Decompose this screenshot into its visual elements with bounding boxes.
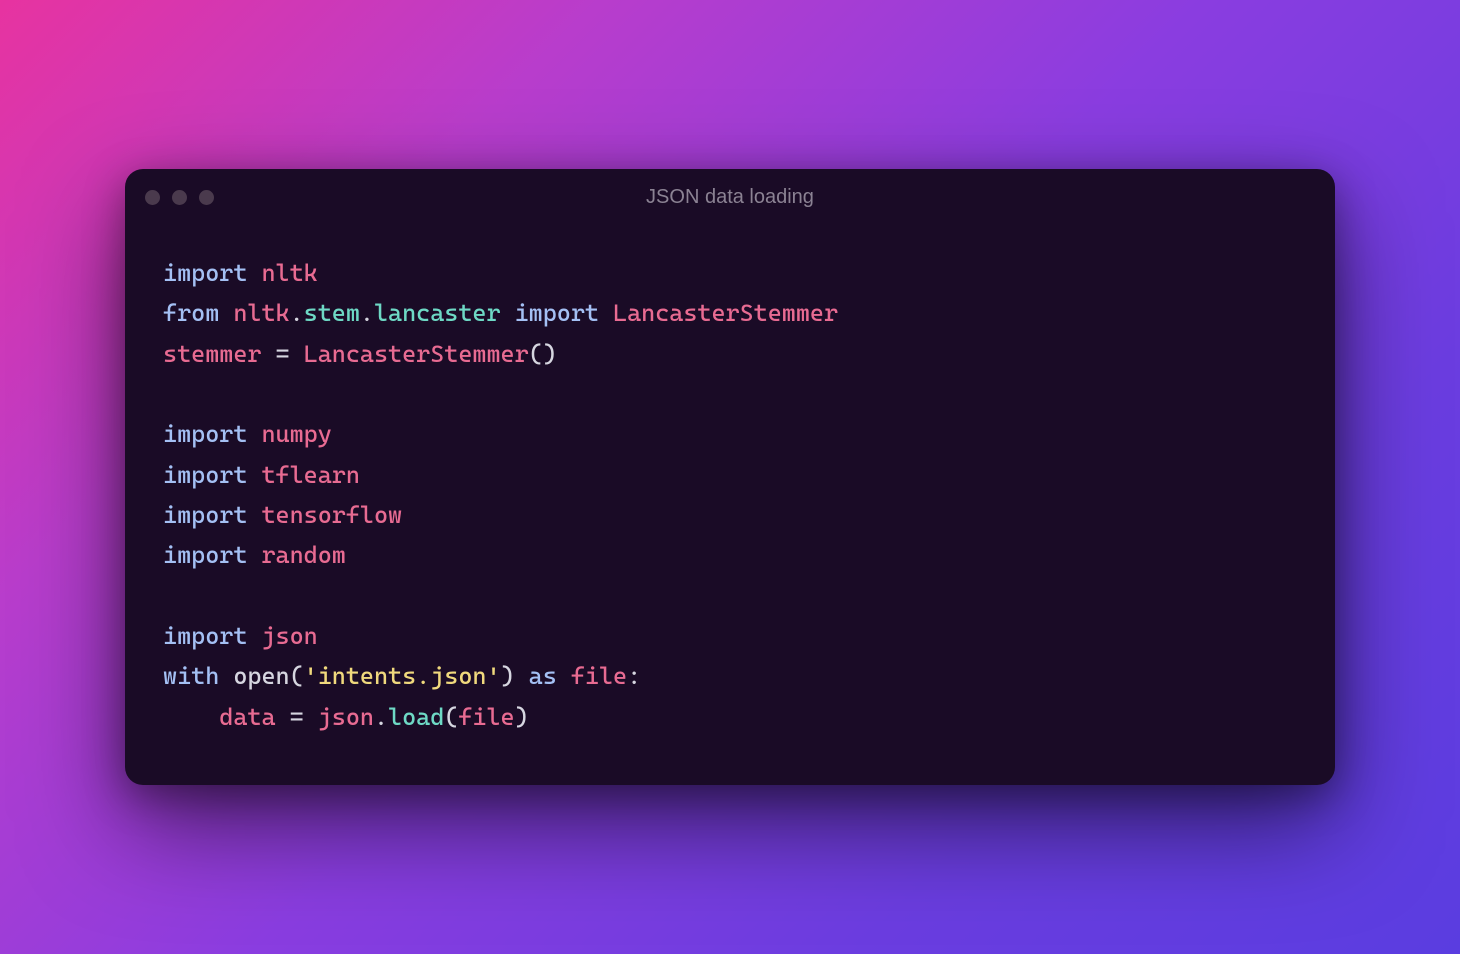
code-line: stemmer = LancasterStemmer() [163,340,557,368]
parens: () [529,340,557,368]
variable: data [219,703,275,731]
paren: ( [444,703,458,731]
close-button[interactable] [145,190,160,205]
punct: . [374,703,388,731]
submodule: lancaster [374,299,501,327]
keyword: as [529,662,557,690]
module: numpy [261,420,331,448]
keyword: import [163,541,247,569]
module: random [261,541,345,569]
code-line: import numpy [163,420,332,448]
fn: load [388,703,444,731]
module: nltk [233,299,289,327]
module: tflearn [261,461,359,489]
class: LancasterStemmer [613,299,838,327]
arg: file [458,703,514,731]
code-line: with open('intents.json') as file: [163,662,641,690]
module: json [261,622,317,650]
window-title: JSON data loading [125,186,1335,209]
module: nltk [261,259,317,287]
punct: . [290,299,304,327]
keyword: import [163,259,247,287]
variable: file [571,662,627,690]
indent [163,703,219,731]
submodule: stem [304,299,360,327]
paren: ( [290,662,304,690]
code-line: import tensorflow [163,501,402,529]
keyword: import [163,420,247,448]
keyword: import [515,299,599,327]
minimize-button[interactable] [172,190,187,205]
code-line: data = json.load(file) [163,703,529,731]
string: 'intents.json' [304,662,501,690]
traffic-lights [145,190,214,205]
keyword: import [163,501,247,529]
variable: stemmer [163,340,261,368]
fn: open [233,662,289,690]
code-line: import json [163,622,318,650]
code-line: from nltk.stem.lancaster import Lancaste… [163,299,838,327]
module: tensorflow [261,501,402,529]
keyword: with [163,662,219,690]
code-editor[interactable]: import nltk from nltk.stem.lancaster imp… [125,225,1335,785]
colon: : [627,662,641,690]
maximize-button[interactable] [199,190,214,205]
keyword: import [163,461,247,489]
paren: ) [515,703,529,731]
operator: = [261,340,303,368]
operator: = [276,703,318,731]
keyword: from [163,299,219,327]
paren: ) [501,662,515,690]
call: LancasterStemmer [304,340,529,368]
code-line: import tflearn [163,461,360,489]
code-window: JSON data loading import nltk from nltk.… [125,169,1335,785]
punct: . [360,299,374,327]
module: json [318,703,374,731]
keyword: import [163,622,247,650]
code-line: import nltk [163,259,318,287]
titlebar: JSON data loading [125,169,1335,225]
code-line: import random [163,541,346,569]
